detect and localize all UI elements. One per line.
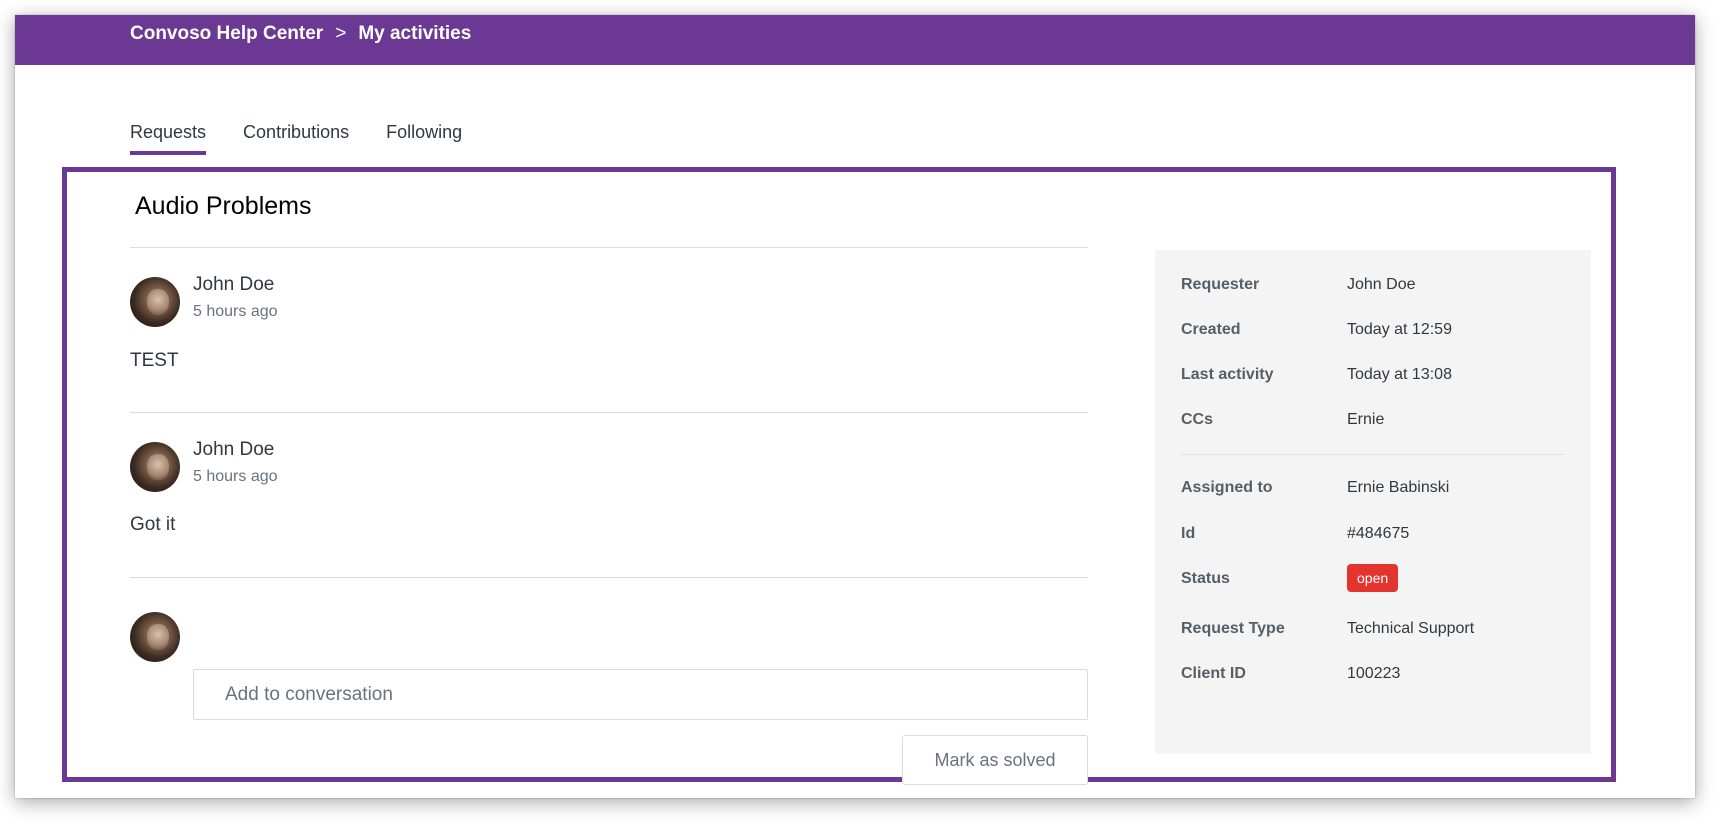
comment-timestamp: 5 hours ago xyxy=(193,303,278,320)
request-details-sidebar: Requester John Doe Created Today at 12:5… xyxy=(1155,250,1591,754)
breadcrumb-current-link[interactable]: My activities xyxy=(358,23,471,45)
comment-body: Got it xyxy=(130,514,176,535)
comment-timestamp: 5 hours ago xyxy=(193,468,278,485)
detail-label: Last activity xyxy=(1181,366,1274,383)
avatar xyxy=(130,277,180,327)
comment-item: John Doe 5 hours ago Got it xyxy=(130,439,1088,542)
breadcrumb-home-link[interactable]: Convoso Help Center xyxy=(130,23,323,45)
detail-label: Request Type xyxy=(1181,620,1285,637)
detail-value: Ernie Babinski xyxy=(1347,479,1450,496)
detail-divider xyxy=(1181,454,1565,455)
divider xyxy=(130,247,1088,248)
tab-following[interactable]: Following xyxy=(386,122,462,155)
header-bar: Convoso Help Center > My activities xyxy=(15,15,1695,65)
detail-label: Status xyxy=(1181,570,1230,587)
activity-tabs: Requests Contributions Following xyxy=(130,122,462,155)
breadcrumb-separator: > xyxy=(335,23,347,44)
avatar xyxy=(130,442,180,492)
detail-label: Created xyxy=(1181,321,1241,338)
comment-item: John Doe 5 hours ago TEST xyxy=(130,274,1088,377)
mark-as-solved-button[interactable]: Mark as solved xyxy=(902,735,1088,785)
comment-body: TEST xyxy=(130,350,179,371)
status-badge: open xyxy=(1347,564,1399,592)
divider xyxy=(130,577,1088,578)
tab-requests[interactable]: Requests xyxy=(130,122,207,155)
current-user-avatar xyxy=(130,612,180,662)
detail-label: Id xyxy=(1181,525,1196,542)
detail-value: John Doe xyxy=(1347,276,1416,293)
detail-label: CCs xyxy=(1181,411,1214,428)
request-panel: Audio Problems John Doe 5 hours ago TEST… xyxy=(62,167,1616,785)
detail-value: Ernie xyxy=(1347,411,1385,428)
breadcrumb: Convoso Help Center > My activities xyxy=(130,23,471,45)
divider xyxy=(130,412,1088,413)
detail-value: #484675 xyxy=(1347,525,1410,542)
browser-window: Convoso Help Center > My activities Requ… xyxy=(15,15,1695,798)
tab-contributions[interactable]: Contributions xyxy=(243,122,349,155)
comment-author[interactable]: John Doe xyxy=(193,274,274,296)
detail-value: Today at 12:59 xyxy=(1347,321,1452,338)
detail-label: Requester xyxy=(1181,276,1260,293)
add-to-conversation-input[interactable] xyxy=(193,669,1088,720)
detail-value: open xyxy=(1347,564,1399,592)
detail-value: Technical Support xyxy=(1347,620,1475,637)
request-title: Audio Problems xyxy=(135,192,312,220)
detail-label: Client ID xyxy=(1181,665,1246,682)
detail-value: 100223 xyxy=(1347,665,1401,682)
comment-author[interactable]: John Doe xyxy=(193,439,274,461)
detail-label: Assigned to xyxy=(1181,479,1273,496)
detail-value: Today at 13:08 xyxy=(1347,366,1452,383)
